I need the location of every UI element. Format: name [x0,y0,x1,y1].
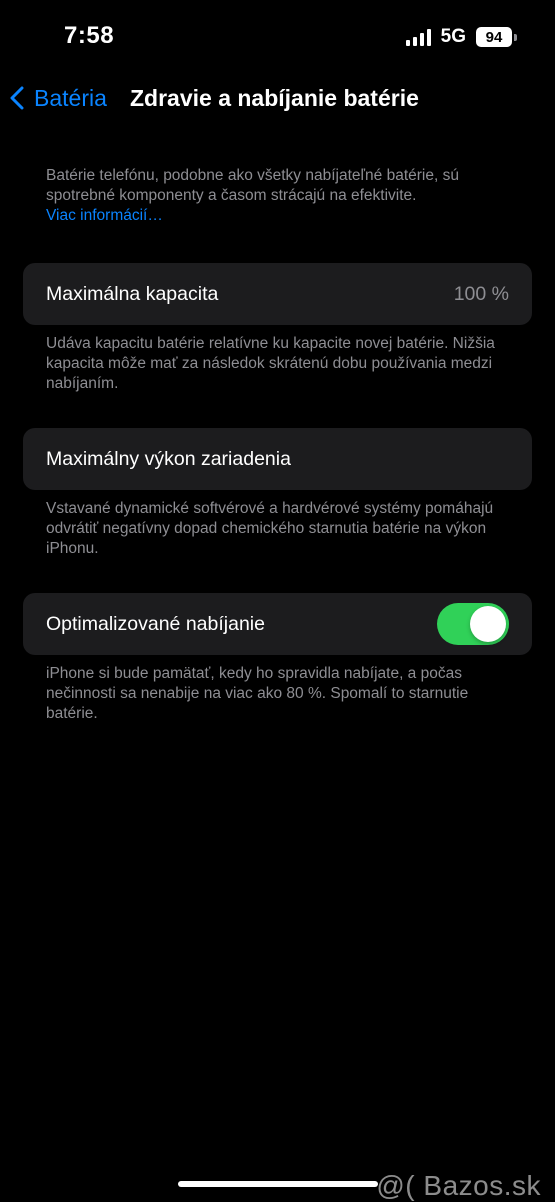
optimized-charging-label: Optimalizované nabíjanie [46,613,265,635]
optimized-charging-row: Optimalizované nabíjanie [23,593,532,655]
peak-performance-footer: Vstavané dynamické softvérové a hardvéro… [46,500,494,557]
status-bar: 7:58 5G 94 [0,0,555,72]
home-indicator[interactable] [178,1181,378,1187]
chevron-left-icon [10,86,24,110]
status-indicators: 5G 94 [405,26,517,48]
max-capacity-row: Maximálna kapacita 100 % [23,263,532,325]
status-time: 7:58 [64,22,115,49]
optimized-charging-toggle[interactable] [437,603,509,645]
toggle-knob [470,606,506,642]
max-capacity-footer: Udáva kapacitu batérie relatívne ku kapa… [46,335,495,392]
max-capacity-value: 100 % [453,283,509,305]
back-label: Batéria [34,84,107,111]
watermark-logo: @( Bazos.sk [376,1170,541,1201]
battery-tip [514,33,517,41]
peak-performance-label: Maximálny výkon zariadenia [46,448,291,470]
battery-icon: 94 [476,27,517,47]
navigation-bar: Batéria Zdravie a nabíjanie batérie [0,76,555,120]
back-button[interactable]: Batéria [10,76,107,120]
intro-text: Batérie telefónu, podobne ako všetky nab… [46,167,459,204]
signal-bars-icon [405,28,431,46]
network-type: 5G [440,26,466,47]
optimized-charging-footer: iPhone si bude pamätať, kedy ho spravidl… [46,665,469,722]
peak-performance-row[interactable]: Maximálny výkon zariadenia [23,428,532,490]
page-title: Zdravie a nabíjanie batérie [130,85,419,111]
battery-level: 94 [476,27,512,47]
more-info-link[interactable]: Viac informácií… [46,207,163,224]
intro-text-block: Batérie telefónu, podobne ako všetky nab… [46,166,516,226]
max-capacity-label: Maximálna kapacita [46,283,219,305]
